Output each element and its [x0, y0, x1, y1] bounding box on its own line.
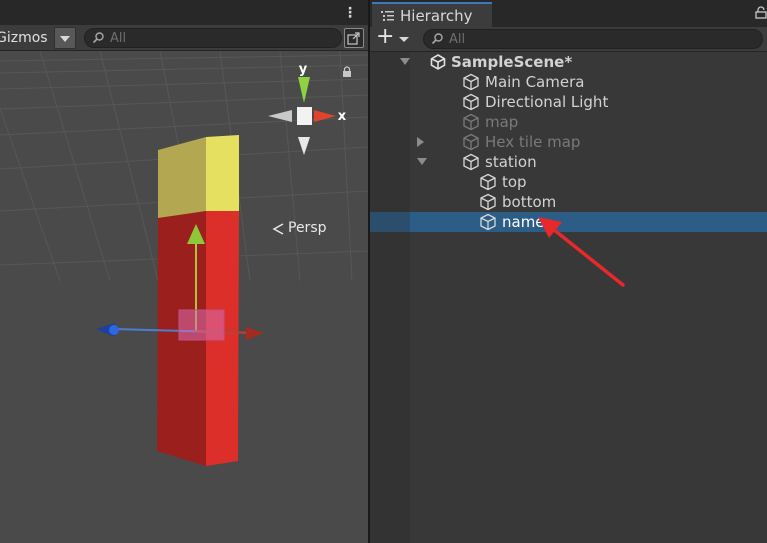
hierarchy-item-main-camera[interactable]: Main Camera	[370, 72, 767, 92]
gizmo-lock-icon[interactable]	[341, 66, 353, 78]
move-plane-handle	[178, 309, 225, 341]
unity-editor: ⋮ y x Persp Gizmos All Hierarchy + All S…	[0, 0, 767, 543]
hierarchy-tab-label: Hierarchy	[400, 7, 473, 25]
gameobject-cube-icon	[462, 113, 480, 131]
search-placeholder: All	[449, 32, 466, 47]
hierarchy-list-icon	[381, 11, 394, 21]
hierarchy-item-label: Directional Light	[485, 93, 609, 111]
hierarchy-item-label: station	[485, 153, 537, 171]
annotation-arrow	[538, 217, 625, 287]
search-icon	[92, 31, 106, 45]
search-placeholder: All	[110, 31, 127, 46]
hierarchy-item-directional-light[interactable]: Directional Light	[370, 92, 767, 112]
hierarchy-item-label: top	[502, 173, 527, 191]
hierarchy-search-input[interactable]: All	[423, 29, 763, 49]
hierarchy-item-samplescene[interactable]: SampleScene*	[370, 52, 767, 72]
gameobject-cube-icon	[479, 193, 497, 211]
lock-icon[interactable]	[755, 6, 767, 19]
gameobject-cube-icon	[462, 133, 480, 151]
move-z-handle	[109, 325, 119, 335]
hierarchy-item-label: map	[485, 113, 519, 131]
hierarchy-item-hex-tile-map[interactable]: Hex tile map	[370, 132, 767, 152]
maximize-icon[interactable]	[344, 28, 364, 48]
gizmo-center-cube	[297, 107, 312, 125]
gameobject-cube-icon	[462, 73, 480, 91]
axis-y-label: y	[299, 62, 308, 77]
foldout-open-icon[interactable]	[417, 158, 427, 165]
move-x-handle	[246, 327, 264, 340]
station-top-left-face	[158, 137, 206, 218]
projection-chevron-icon	[272, 223, 284, 235]
orientation-gizmo[interactable]: y x	[262, 59, 352, 159]
hierarchy-item-label: bottom	[502, 193, 557, 211]
hierarchy-item-top[interactable]: top	[370, 172, 767, 192]
scene-view[interactable]: ⋮ y x Persp Gizmos All	[0, 0, 368, 543]
axis-x-cone	[314, 110, 336, 122]
projection-label[interactable]: Persp	[288, 220, 327, 236]
scene-toolbar: Gizmos All	[0, 25, 368, 51]
gameobject-cube-icon	[462, 153, 480, 171]
more-options-icon[interactable]: ⋮	[343, 4, 357, 22]
hierarchy-tab-bar: Hierarchy	[370, 0, 767, 27]
hierarchy-item-label: Hex tile map	[485, 133, 581, 151]
gameobject-cube-icon	[479, 213, 497, 231]
scene-search-input[interactable]: All	[84, 28, 342, 48]
add-object-button[interactable]: +	[374, 24, 412, 49]
search-icon	[431, 32, 445, 46]
scene-viewport[interactable]: y x Persp	[0, 50, 368, 543]
unity-scene-icon	[429, 53, 447, 71]
axis-x-label: x	[338, 109, 347, 124]
hierarchy-item-bottom[interactable]: bottom	[370, 192, 767, 212]
gameobject-cube-icon	[479, 173, 497, 191]
selection-gutter	[370, 212, 410, 232]
axis-neg-x-cone	[268, 110, 292, 122]
station-top-right-face	[206, 135, 239, 216]
plus-icon: +	[376, 24, 395, 49]
hierarchy-item-label: Main Camera	[485, 73, 585, 91]
foldout-open-icon[interactable]	[400, 58, 410, 65]
hierarchy-toolbar: + All	[370, 24, 767, 52]
foldout-closed-icon[interactable]	[417, 137, 424, 147]
hierarchy-tree: SampleScene* Main Camera Directional Light…	[370, 52, 767, 543]
axis-neg-y-cone	[298, 137, 310, 155]
hierarchy-item-label: SampleScene*	[451, 53, 573, 71]
gameobject-cube-icon	[462, 93, 480, 111]
hierarchy-item-map[interactable]: map	[370, 112, 767, 132]
hierarchy-item-station[interactable]: station	[370, 152, 767, 172]
gizmos-dropdown-button[interactable]	[54, 27, 76, 49]
axis-y-cone	[298, 77, 310, 103]
chevron-down-icon	[399, 37, 409, 42]
gizmos-button[interactable]: Gizmos	[0, 28, 54, 48]
scene-tab-bar: ⋮	[0, 0, 368, 25]
